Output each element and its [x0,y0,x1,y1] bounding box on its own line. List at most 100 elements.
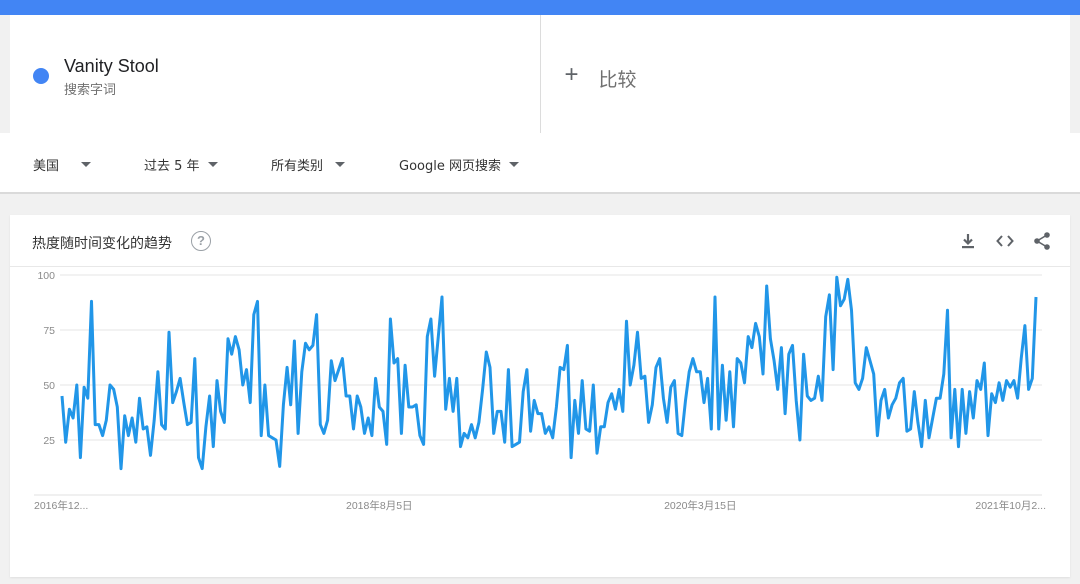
search-term-item[interactable]: Vanity Stool 搜索字词 [10,15,541,133]
data-point[interactable] [1027,388,1030,391]
data-point[interactable] [769,337,772,340]
data-point[interactable] [581,379,584,382]
data-point[interactable] [942,372,945,375]
data-point[interactable] [522,390,525,393]
data-point[interactable] [868,359,871,362]
data-point[interactable] [374,377,377,380]
data-point[interactable] [761,372,764,375]
data-point[interactable] [846,278,849,281]
data-point[interactable] [72,416,75,419]
data-point[interactable] [894,397,897,400]
data-point[interactable] [123,414,126,417]
data-point[interactable] [153,419,156,422]
data-point[interactable] [902,377,905,380]
data-point[interactable] [297,432,300,435]
download-icon[interactable] [958,231,978,251]
data-point[interactable] [1005,379,1008,382]
search-type-filter[interactable]: Google 网页搜索 [399,155,519,174]
data-point[interactable] [167,331,170,334]
data-point[interactable] [293,339,296,342]
data-point[interactable] [533,399,536,402]
data-point[interactable] [787,353,790,356]
data-point[interactable] [595,452,598,455]
data-point[interactable] [1001,399,1004,402]
data-point[interactable] [584,427,587,430]
data-point[interactable] [507,368,510,371]
data-point[interactable] [345,394,348,397]
data-point[interactable] [186,423,189,426]
data-point[interactable] [835,276,838,279]
data-point[interactable] [861,377,864,380]
data-point[interactable] [175,390,178,393]
data-point[interactable] [662,397,665,400]
data-point[interactable] [850,309,853,312]
data-point[interactable] [518,441,521,444]
data-point[interactable] [983,361,986,364]
data-point[interactable] [647,421,650,424]
data-point[interactable] [551,436,554,439]
data-point[interactable] [341,357,344,360]
data-point[interactable] [75,383,78,386]
data-point[interactable] [559,366,562,369]
data-point[interactable] [1009,386,1012,389]
data-point[interactable] [765,284,768,287]
data-point[interactable] [710,427,713,430]
data-point[interactable] [378,405,381,408]
data-point[interactable] [994,401,997,404]
data-point[interactable] [758,335,761,338]
data-point[interactable] [278,465,281,468]
data-point[interactable] [485,350,488,353]
data-point[interactable] [304,342,307,345]
data-point[interactable] [429,317,432,320]
data-point[interactable] [946,309,949,312]
data-point[interactable] [459,445,462,448]
data-point[interactable] [223,421,226,424]
data-point[interactable] [1023,324,1026,327]
data-point[interactable] [79,456,82,459]
data-point[interactable] [160,423,163,426]
data-point[interactable] [452,410,455,413]
data-point[interactable] [448,377,451,380]
data-point[interactable] [629,383,632,386]
data-point[interactable] [939,397,942,400]
data-point[interactable] [319,423,322,426]
data-point[interactable] [699,370,702,373]
data-point[interactable] [389,317,392,320]
category-filter[interactable]: 所有类别 [271,155,346,174]
data-point[interactable] [238,348,241,351]
data-point[interactable] [267,434,270,437]
data-point[interactable] [367,416,370,419]
data-point[interactable] [64,441,67,444]
data-point[interactable] [824,315,827,318]
data-point[interactable] [348,394,351,397]
data-point[interactable] [695,370,698,373]
data-point[interactable] [112,388,115,391]
data-point[interactable] [691,357,694,360]
data-point[interactable] [134,441,137,444]
data-point[interactable] [891,403,894,406]
data-point[interactable] [953,388,956,391]
data-point[interactable] [381,410,384,413]
data-point[interactable] [879,399,882,402]
data-point[interactable] [998,381,1001,384]
data-point[interactable] [706,377,709,380]
data-point[interactable] [503,441,506,444]
data-point[interactable] [651,403,654,406]
data-point[interactable] [496,410,499,413]
data-point[interactable] [396,357,399,360]
data-point[interactable] [127,434,130,437]
data-point[interactable] [702,401,705,404]
data-point[interactable] [171,401,174,404]
data-point[interactable] [1034,295,1037,298]
data-point[interactable] [625,320,628,323]
data-point[interactable] [809,399,812,402]
data-point[interactable] [193,357,196,360]
data-point[interactable] [688,370,691,373]
data-point[interactable] [94,423,97,426]
data-point[interactable] [839,304,842,307]
data-point[interactable] [400,432,403,435]
data-point[interactable] [119,467,122,470]
data-point[interactable] [315,313,318,316]
data-point[interactable] [843,298,846,301]
region-filter[interactable]: 美国 [33,155,92,174]
